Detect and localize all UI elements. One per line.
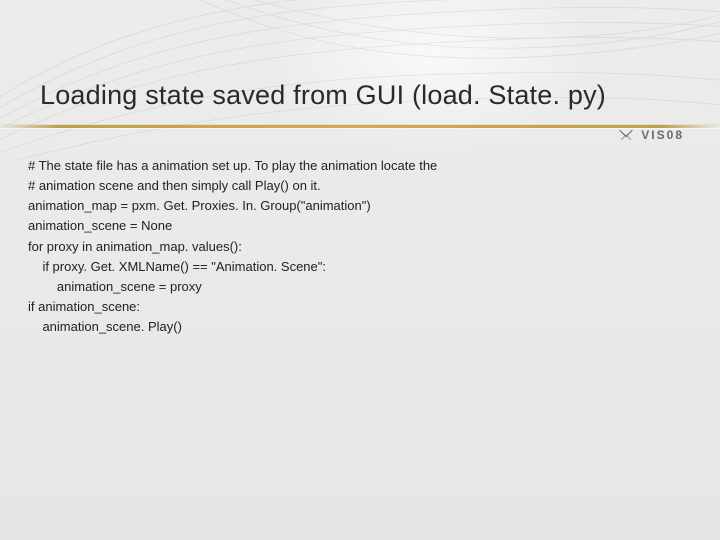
logo-mark-icon	[617, 126, 635, 144]
code-block: # The state file has a animation set up.…	[28, 156, 680, 337]
slide: Loading state saved from GUI (load. Stat…	[0, 0, 720, 540]
conference-logo: VIS08	[617, 126, 684, 144]
title-area: Loading state saved from GUI (load. Stat…	[40, 80, 680, 111]
logo-text: VIS08	[641, 128, 684, 142]
divider-line	[0, 122, 720, 132]
slide-title: Loading state saved from GUI (load. Stat…	[40, 80, 680, 111]
